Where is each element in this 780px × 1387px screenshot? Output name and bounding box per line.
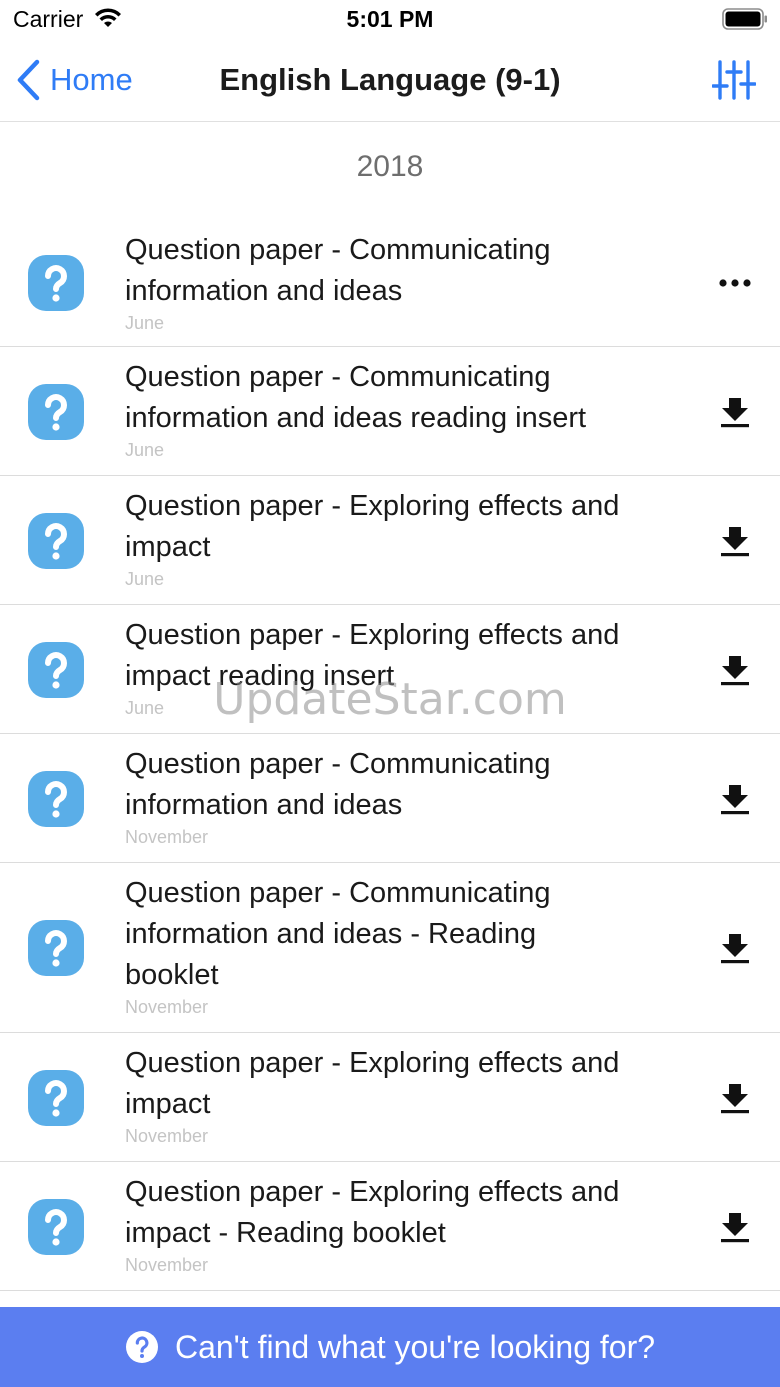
item-title-line: information and ideas (125, 789, 403, 821)
item-title-line: Question paper - Exploring effects and (125, 1176, 620, 1208)
download-icon[interactable] (718, 931, 752, 965)
download-icon[interactable] (718, 1081, 752, 1115)
item-session: June (125, 569, 165, 589)
question-mark-icon (28, 1198, 84, 1255)
item-title-line: Question paper - Exploring effects and (125, 619, 620, 651)
help-circle-icon (125, 1331, 158, 1363)
item-session: June (125, 440, 165, 460)
item-title-line: impact reading insert (125, 660, 395, 692)
section-header-year: 2018 (356, 150, 424, 183)
list-item[interactable]: Question paper - Exploring effects and im… (0, 476, 780, 605)
item-title-line: information and ideas (125, 275, 403, 307)
download-icon[interactable] (718, 782, 752, 816)
clock: 5:01 PM (346, 6, 434, 32)
ellipsis-icon[interactable] (718, 266, 752, 300)
item-title-line: impact (125, 531, 211, 563)
cant-find-button[interactable]: Can't find what you're looking for? (0, 1307, 780, 1387)
item-title-line: Question paper - Communicating (125, 748, 551, 780)
paper-list: Question paper - Communicating informatio… (0, 218, 780, 1291)
sliders-icon[interactable] (712, 58, 756, 102)
question-mark-icon (28, 1069, 84, 1126)
question-mark-icon (28, 254, 84, 311)
question-mark-icon (28, 512, 84, 569)
question-mark-icon (28, 770, 84, 827)
question-mark-icon (28, 641, 84, 698)
item-title-line: Question paper - Exploring effects and (125, 490, 620, 522)
question-mark-icon (28, 383, 84, 440)
download-icon[interactable] (718, 1210, 752, 1244)
item-title-line: impact (125, 1088, 211, 1120)
item-title-line: booklet (125, 959, 219, 991)
item-session: June (125, 698, 165, 718)
download-icon[interactable] (718, 653, 752, 687)
item-title-line: Question paper - Communicating (125, 234, 551, 266)
cant-find-label: Can't find what you're looking for? (174, 1328, 656, 1365)
item-session: June (125, 313, 165, 333)
item-title-line: Question paper - Communicating (125, 877, 551, 909)
list-item[interactable]: Question paper - Communicating informatio… (0, 218, 780, 347)
item-session: November (125, 1255, 209, 1275)
download-icon[interactable] (718, 395, 752, 429)
question-mark-icon (28, 920, 84, 976)
item-title-line: information and ideas - Reading (125, 918, 537, 950)
item-title-line: Question paper - Communicating (125, 361, 551, 393)
item-session: November (125, 827, 209, 847)
download-icon[interactable] (718, 524, 752, 558)
item-session: November (125, 997, 209, 1017)
page-title: English Language (9-1) (219, 62, 561, 97)
navigation-bar: Home English Language (9-1) (0, 40, 780, 122)
list-item[interactable]: Question paper - Exploring effects and im… (0, 605, 780, 734)
item-title-line: impact - Reading booklet (125, 1217, 446, 1249)
list-item[interactable]: Question paper - Communicating informatio… (0, 734, 780, 863)
list-item[interactable]: Question paper - Communicating informatio… (0, 347, 780, 476)
item-session: November (125, 1126, 209, 1146)
item-title-line: information and ideas reading insert (125, 402, 587, 434)
list-item[interactable]: Question paper - Exploring effects and im… (0, 1033, 780, 1162)
list-item[interactable]: Question paper - Communicating informatio… (0, 863, 780, 1033)
status-bar: Carrier 5:01 PM (0, 0, 780, 40)
list-item[interactable]: Question paper - Exploring effects and im… (0, 1162, 780, 1291)
battery-icon (722, 8, 767, 30)
item-title-line: Question paper - Exploring effects and (125, 1047, 620, 1079)
